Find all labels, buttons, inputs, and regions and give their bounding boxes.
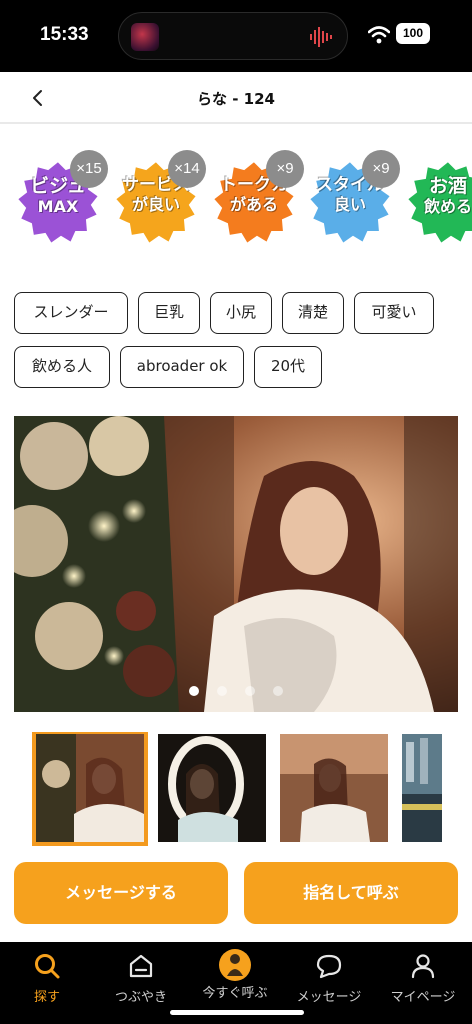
page-title: らな - 124 [197,90,275,108]
thumbnail-image [280,734,388,842]
carousel-dot[interactable] [217,686,227,696]
badge-service[interactable]: サービス が良い ×14 [112,150,206,246]
tag-chip[interactable]: 小尻 [210,292,272,334]
call-now-icon [219,949,251,981]
thumbnail-1[interactable] [32,732,148,846]
tag-chip[interactable]: 20代 [254,346,322,388]
thumbnail-4[interactable] [402,734,442,842]
tab-label: メッセージ [296,990,362,1005]
audio-wave-icon [310,27,332,47]
home-indicator[interactable] [170,1010,304,1015]
thumbnail-3[interactable] [280,734,388,842]
thumbnail-image [402,734,442,842]
tag-chip[interactable]: 可愛い [354,292,434,334]
tab-messages[interactable]: メッセージ [282,952,376,1012]
carousel-dot[interactable] [189,686,199,696]
status-time: 15:33 [40,24,89,45]
tab-mypage[interactable]: マイページ [376,952,470,1012]
tab-search[interactable]: 探す [0,952,94,1012]
thumbnail-2[interactable] [158,734,266,842]
battery-indicator: 100 [396,23,430,44]
tag-chip[interactable]: 飲める人 [14,346,110,388]
profile-photo-carousel[interactable] [14,416,458,712]
nominate-button[interactable]: 指名して呼ぶ [244,862,458,924]
tab-label: つぶやき [114,990,167,1005]
wifi-icon [368,26,390,44]
tab-tweets[interactable]: つぶやき [94,952,188,1012]
now-playing-artwork [131,23,159,51]
tag-chip[interactable]: 巨乳 [138,292,200,334]
person-icon [411,954,435,979]
dynamic-island[interactable] [118,12,348,60]
home-icon [129,954,153,978]
badge-count: ×9 [266,150,304,188]
badge-talk[interactable]: トークカ がある ×9 [210,150,304,246]
badge-drink[interactable]: お酒 飲める [404,158,472,246]
tab-label: マイページ [390,990,456,1005]
thumbnail-image [36,734,144,842]
profile-screen: らな - 124 ビジュ MAX ×15 サービス が良い ×14 トークカ が… [0,72,472,942]
message-button[interactable]: メッセージする [14,862,228,924]
badge-visual[interactable]: ビジュ MAX ×15 [14,150,108,246]
chat-icon [316,954,342,979]
badge-label: お酒 飲める [423,175,472,216]
tab-label: 探す [33,990,60,1005]
tab-call-now[interactable]: 今すぐ呼ぶ [188,949,282,1012]
status-bar: 15:33 100 [0,0,472,72]
badge-count: ×9 [362,150,400,188]
carousel-dots [14,681,458,700]
search-icon [35,954,60,979]
thumbnail-image [158,734,266,842]
review-badges: ビジュ MAX ×15 サービス が良い ×14 トークカ がある ×9 スタイ… [0,144,472,254]
photo-thumbnails [0,732,472,850]
badge-count: ×15 [70,150,108,188]
nav-header: らな - 124 [0,72,472,124]
badge-count: ×14 [168,150,206,188]
tag-chip[interactable]: スレンダー [14,292,128,334]
tag-chip[interactable]: abroader ok [120,346,244,388]
carousel-dot[interactable] [245,686,255,696]
badge-style[interactable]: スタイル 良い ×9 [306,150,400,246]
profile-photo [14,416,458,712]
tab-label: 今すぐ呼ぶ [202,986,268,1001]
tag-chip[interactable]: 清楚 [282,292,344,334]
carousel-dot[interactable] [273,686,283,696]
